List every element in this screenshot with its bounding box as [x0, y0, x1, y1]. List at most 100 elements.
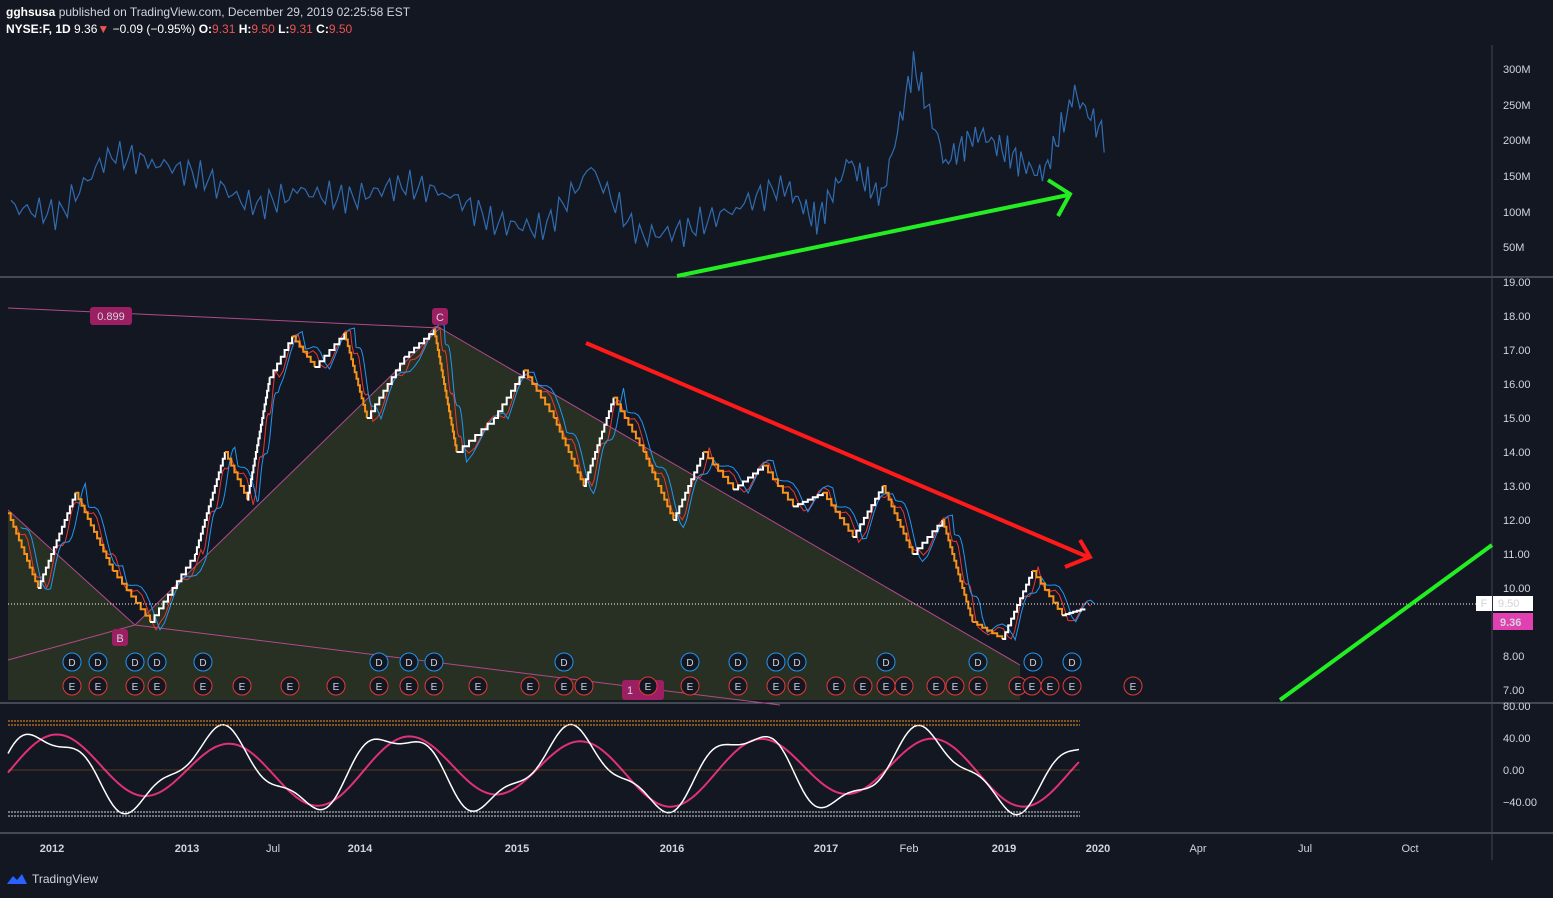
dividend-marker[interactable]: D: [554, 652, 574, 672]
dividend-marker[interactable]: D: [876, 652, 896, 672]
time-axis-tick: 2015: [505, 843, 529, 855]
earnings-marker[interactable]: E: [766, 676, 786, 696]
dividend-marker[interactable]: D: [399, 652, 419, 672]
dividend-marker[interactable]: D: [147, 652, 167, 672]
earnings-marker[interactable]: E: [468, 676, 488, 696]
earnings-marker[interactable]: E: [369, 676, 389, 696]
brand-name: TradingView: [32, 872, 99, 886]
earnings-marker[interactable]: E: [88, 676, 108, 696]
earnings-marker[interactable]: E: [945, 676, 965, 696]
earnings-marker-label: E: [69, 682, 76, 693]
time-axis-labels[interactable]: 2012 2013 Jul 2014 2015 2016 2017 Feb 2019 2020 Ap…: [40, 843, 1419, 855]
volume-axis-tick: 150M: [1503, 171, 1531, 183]
renko-segment: [247, 377, 271, 501]
earnings-marker-label: E: [200, 682, 207, 693]
earnings-marker-label: E: [475, 682, 482, 693]
last-price-tag[interactable]: 9.36: [1493, 613, 1533, 630]
earnings-marker[interactable]: E: [680, 676, 700, 696]
earnings-marker[interactable]: E: [147, 676, 167, 696]
dividend-marker-label: D: [153, 658, 160, 669]
price-axis-tick: 13.00: [1503, 481, 1531, 493]
earnings-marker-label: E: [1047, 682, 1054, 693]
pattern-label-c[interactable]: C: [432, 308, 448, 325]
earnings-marker-label: E: [901, 682, 908, 693]
dividend-marker[interactable]: D: [680, 652, 700, 672]
volume-axis-tick: 50M: [1503, 242, 1524, 254]
dividend-marker[interactable]: D: [1062, 652, 1082, 672]
dividend-marker-label: D: [772, 658, 779, 669]
earnings-marker-label: E: [376, 682, 383, 693]
time-axis-tick: 2013: [175, 843, 199, 855]
stoch-axis-tick: 40.00: [1503, 733, 1531, 745]
earnings-marker-label: E: [645, 682, 652, 693]
earnings-marker[interactable]: E: [520, 676, 540, 696]
earnings-marker-label: E: [561, 682, 568, 693]
price-axis-tick: 12.00: [1503, 515, 1531, 527]
earnings-marker-label: E: [95, 682, 102, 693]
volume-line: [10, 51, 1105, 249]
price-axis-labels[interactable]: 300M 250M 200M 150M 100M 50M 19.00 18.00 17.00 16…: [1503, 64, 1537, 809]
earnings-marker[interactable]: E: [280, 676, 300, 696]
dividend-marker[interactable]: D: [193, 652, 213, 672]
earnings-marker-label: E: [1069, 682, 1076, 693]
earnings-marker[interactable]: E: [1022, 676, 1042, 696]
stochastic-series: [7, 723, 1080, 816]
volume-axis-tick: 250M: [1503, 100, 1531, 112]
dividend-marker[interactable]: D: [125, 652, 145, 672]
earnings-marker[interactable]: E: [826, 676, 846, 696]
earnings-marker-label: E: [1130, 682, 1137, 693]
dividend-marker-label: D: [734, 658, 741, 669]
price-axis-tick: 19.00: [1503, 277, 1531, 289]
earnings-marker[interactable]: E: [424, 676, 444, 696]
price-uptrend-line[interactable]: [1278, 543, 1494, 702]
pattern-label-xa[interactable]: 0.899: [90, 307, 132, 325]
earnings-marker[interactable]: E: [232, 676, 252, 696]
pattern-label-b[interactable]: B: [112, 629, 128, 646]
earnings-marker[interactable]: E: [574, 676, 594, 696]
time-axis-tick: 2012: [40, 843, 64, 855]
dividend-marker[interactable]: D: [1023, 652, 1043, 672]
earnings-marker[interactable]: E: [1123, 676, 1143, 696]
earnings-marker[interactable]: E: [926, 676, 946, 696]
dividend-marker[interactable]: D: [766, 652, 786, 672]
earnings-marker[interactable]: E: [1040, 676, 1060, 696]
dividend-marker[interactable]: D: [62, 652, 82, 672]
earnings-marker[interactable]: E: [638, 676, 658, 696]
earnings-marker-label: E: [687, 682, 694, 693]
chart-canvas[interactable]: 0.899 B C 1 DDDDDDDDDDDDDDDDD EEEEEEEEEE…: [0, 0, 1553, 898]
symbol-price-tag[interactable]: F 9.50: [1476, 596, 1533, 611]
time-axis-tick: 2017: [814, 843, 838, 855]
earnings-marker[interactable]: E: [125, 676, 145, 696]
earnings-marker[interactable]: E: [62, 676, 82, 696]
dividend-marker[interactable]: D: [968, 652, 988, 672]
renko-segment: [733, 465, 764, 491]
earnings-marker[interactable]: E: [894, 676, 914, 696]
dividend-marker[interactable]: D: [369, 652, 389, 672]
renko-segment: [852, 486, 884, 538]
earnings-marker[interactable]: E: [853, 676, 873, 696]
earnings-marker[interactable]: E: [193, 676, 213, 696]
earnings-marker[interactable]: E: [968, 676, 988, 696]
earnings-marker[interactable]: E: [554, 676, 574, 696]
stoch-axis-tick: 0.00: [1503, 765, 1524, 777]
earnings-marker[interactable]: E: [399, 676, 419, 696]
footer-brand[interactable]: TradingView: [6, 872, 98, 886]
last-price-value: 9.36: [1500, 617, 1521, 629]
earnings-marker[interactable]: E: [787, 676, 807, 696]
earnings-marker-label: E: [333, 682, 340, 693]
time-axis-tick: Oct: [1401, 843, 1418, 855]
earnings-marker[interactable]: E: [876, 676, 896, 696]
price-axis-tick: 14.00: [1503, 447, 1531, 459]
dividend-marker[interactable]: D: [728, 652, 748, 672]
point-1-label: 1: [627, 685, 633, 697]
dividend-marker[interactable]: D: [787, 652, 807, 672]
stoch-axis-tick: 80.00: [1503, 701, 1531, 713]
volume-uptrend-arrow[interactable]: [676, 193, 1069, 278]
earnings-marker[interactable]: E: [326, 676, 346, 696]
earnings-marker[interactable]: E: [1062, 676, 1082, 696]
dividend-marker[interactable]: D: [424, 652, 444, 672]
earnings-marker[interactable]: E: [728, 676, 748, 696]
renko-segment: [224, 451, 249, 500]
earnings-marker-label: E: [527, 682, 534, 693]
dividend-marker[interactable]: D: [88, 652, 108, 672]
